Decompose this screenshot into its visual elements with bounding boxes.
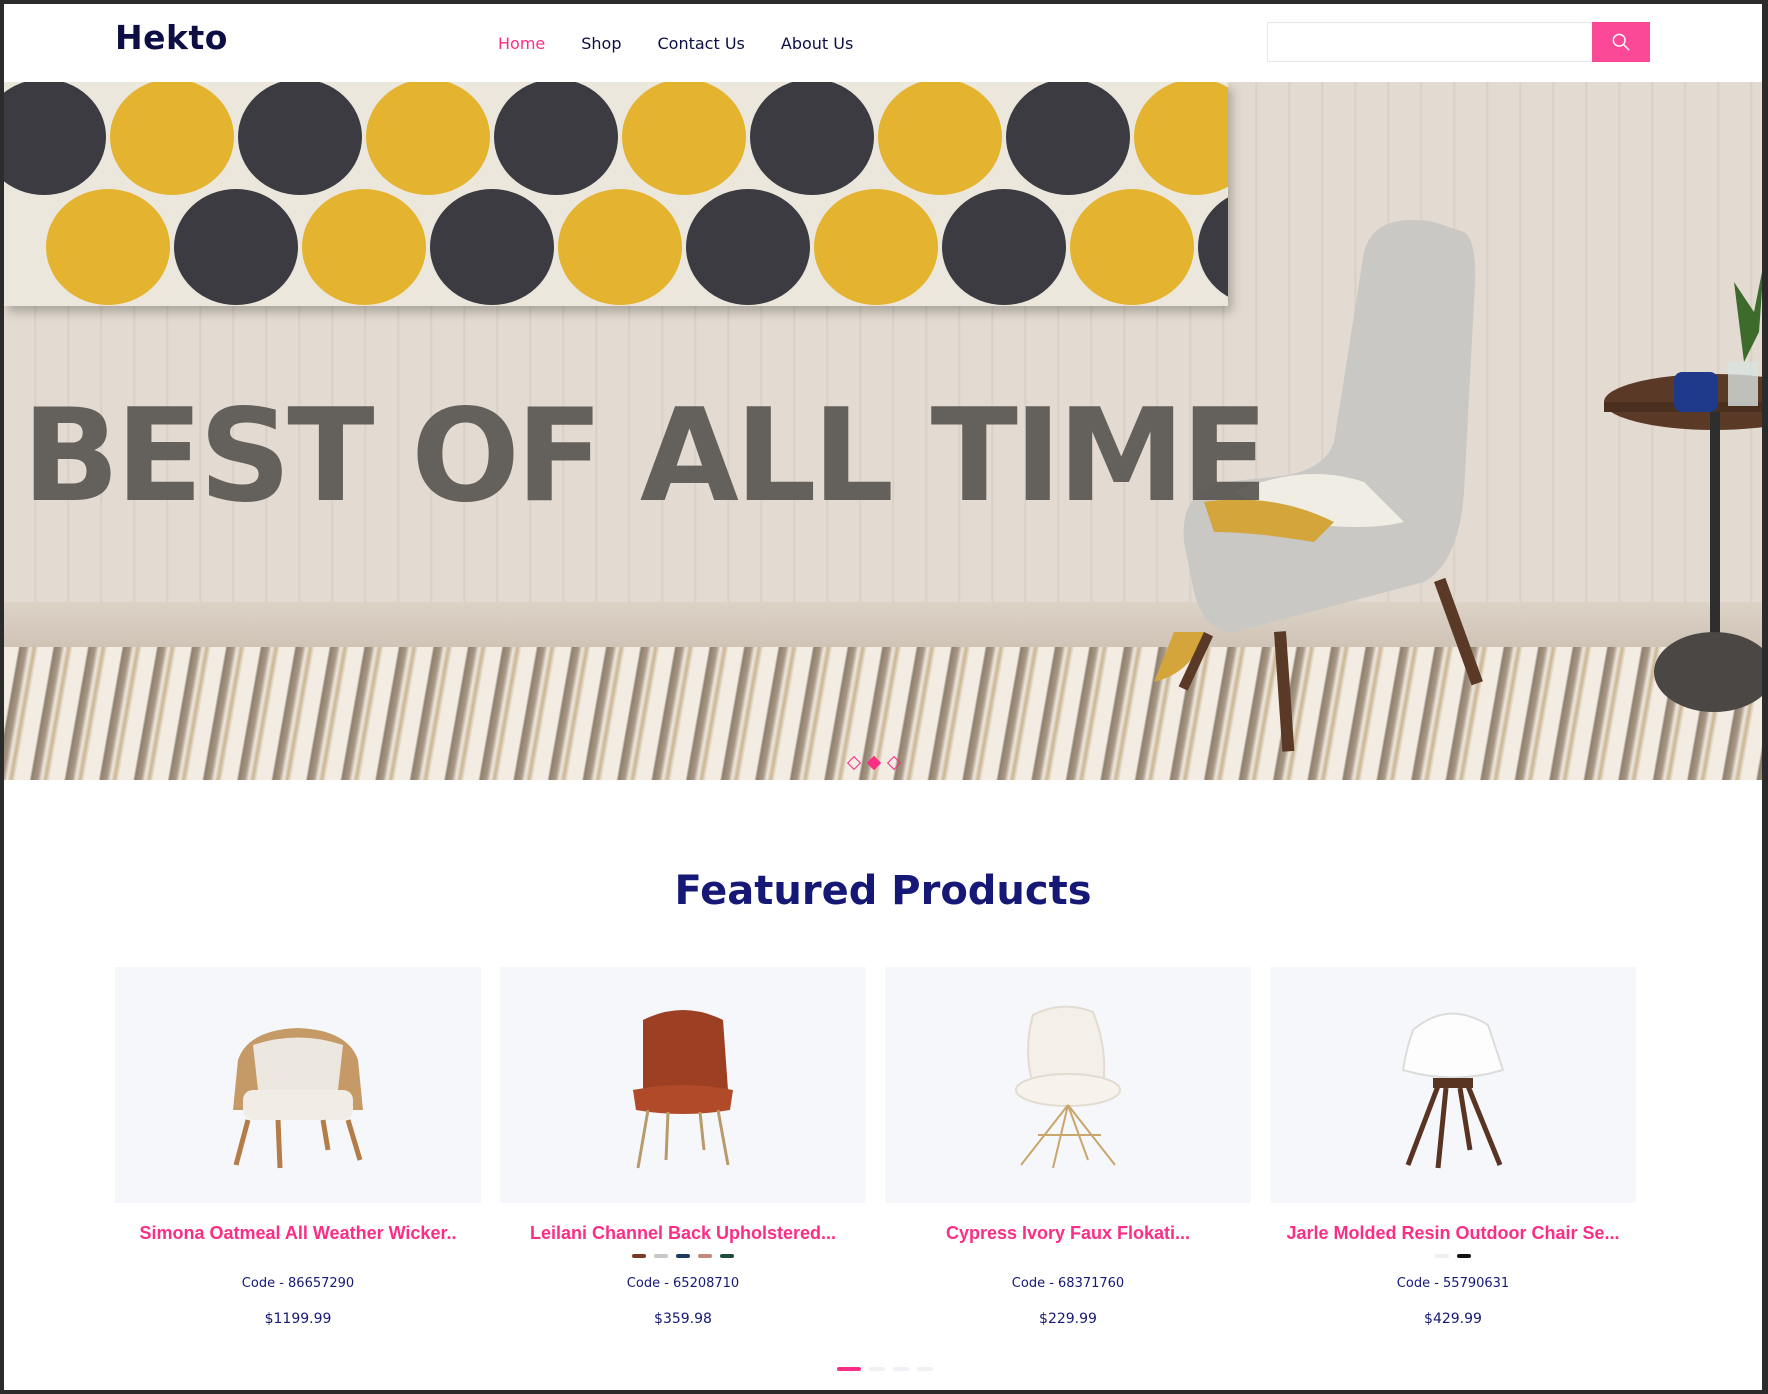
slide-dot-3[interactable] [886,755,902,771]
swatch[interactable] [632,1254,646,1258]
search-bar [1267,22,1650,62]
hero-banner: BEST OF ALL TIME [4,82,1762,780]
nav-shop[interactable]: Shop [581,34,621,53]
pager-dot-4[interactable] [917,1367,933,1371]
pager-dot-3[interactable] [893,1367,909,1371]
product-code: Code - 55790631 [1396,1276,1510,1291]
product-price: $1199.99 [264,1311,332,1327]
pattern-blob [366,82,490,195]
pattern-blob [174,189,298,305]
hero-title: BEST OF ALL TIME [22,382,1268,531]
product-price: $429.99 [1424,1311,1482,1327]
product-swatches [500,1254,866,1264]
pattern-blob [558,189,682,305]
search-button[interactable] [1592,22,1650,62]
pattern-blob [430,189,554,305]
section-title: Featured Products [674,868,1092,914]
pattern-blob [238,82,362,195]
nav-home[interactable]: Home [498,34,545,53]
product-price: $229.99 [1039,1311,1097,1327]
page: Hekto Home Shop Contact Us About Us BEST… [4,4,1762,1390]
pattern-blob [302,189,426,305]
product-card-2[interactable]: Leilani Channel Back Upholstered... Code… [500,967,866,1327]
hero-wall-art [4,82,1228,306]
nav-about-us[interactable]: About Us [781,34,853,53]
logo[interactable]: Hekto [115,18,228,57]
main-nav: Home Shop Contact Us About Us [498,34,853,53]
slide-dot-2[interactable] [866,755,882,771]
product-swatches [885,1254,1251,1264]
site-header: Hekto Home Shop Contact Us About Us [4,4,1762,82]
pattern-blob [46,189,170,305]
pattern-blob [942,189,1066,305]
pattern-blob [750,82,874,195]
product-card-3[interactable]: Cypress Ivory Faux Flokati... Code - 683… [885,967,1251,1327]
swatch[interactable] [676,1254,690,1258]
product-image-flokati-chair [885,967,1251,1203]
pattern-blob [878,82,1002,195]
product-image-resin-chair [1270,967,1636,1203]
pager-dot-1[interactable] [837,1367,861,1371]
pattern-blob [622,82,746,195]
pattern-blob [686,189,810,305]
product-card-4[interactable]: Jarle Molded Resin Outdoor Chair Se... C… [1270,967,1636,1327]
product-code: Code - 65208710 [626,1276,740,1291]
pattern-blob [4,82,106,195]
pattern-blob [814,189,938,305]
swatch[interactable] [654,1254,668,1258]
product-image-wicker-chair [115,967,481,1203]
product-swatches [1270,1254,1636,1264]
product-name[interactable]: Jarle Molded Resin Outdoor Chair Se... [1270,1223,1636,1244]
pattern-blob [1006,82,1130,195]
product-code: Code - 86657290 [241,1276,355,1291]
product-price: $359.98 [654,1311,712,1327]
pattern-blob [494,82,618,195]
product-card-1[interactable]: Simona Oatmeal All Weather Wicker.. Code… [115,967,481,1327]
swatch[interactable] [720,1254,734,1258]
pattern-art [4,82,1228,305]
search-icon [1612,33,1630,51]
product-image-velvet-chair [500,967,866,1203]
hero-slider-dots [846,755,902,771]
swatch[interactable] [1435,1254,1449,1258]
product-name[interactable]: Simona Oatmeal All Weather Wicker.. [115,1223,481,1244]
swatch[interactable] [698,1254,712,1258]
side-table-image [1604,272,1762,712]
search-input[interactable] [1267,22,1592,62]
slide-dot-1[interactable] [846,755,862,771]
pattern-blob [110,82,234,195]
product-swatches [115,1254,481,1264]
products-pager [837,1367,933,1371]
nav-contact-us[interactable]: Contact Us [658,34,745,53]
product-name[interactable]: Leilani Channel Back Upholstered... [500,1223,866,1244]
product-code: Code - 68371760 [1011,1276,1125,1291]
product-name[interactable]: Cypress Ivory Faux Flokati... [885,1223,1251,1244]
swatch[interactable] [1457,1254,1471,1258]
featured-products: Simona Oatmeal All Weather Wicker.. Code… [115,967,1636,1327]
pager-dot-2[interactable] [869,1367,885,1371]
